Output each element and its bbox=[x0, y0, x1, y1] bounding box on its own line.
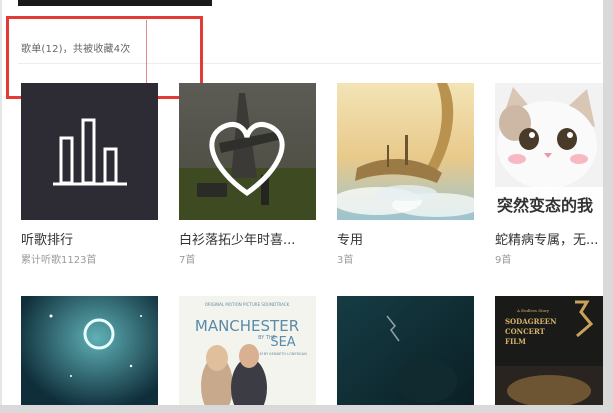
playlist-card-ranking[interactable]: 听歌排行 累计听歌1123首 bbox=[21, 83, 158, 266]
playlist-track-count: 3首 bbox=[337, 255, 354, 266]
playlist-card-7[interactable] bbox=[337, 296, 474, 413]
bar-chart-icon bbox=[21, 83, 158, 220]
playlist-cover[interactable] bbox=[337, 83, 474, 220]
window-frame-bottom bbox=[0, 405, 613, 413]
playlist-cover[interactable] bbox=[21, 296, 158, 413]
playlist-card-3[interactable]: 专用 3首 bbox=[337, 83, 474, 266]
cover-art-movie-poster: ORIGINAL MOTION PICTURE SOUNDTRACK MANCH… bbox=[179, 296, 316, 413]
cover-overlay-text: 突然变态的我 bbox=[497, 196, 593, 215]
cover-art-night-moon bbox=[21, 296, 158, 413]
cover-art-dark-teal bbox=[337, 296, 474, 413]
playlist-title[interactable]: 蛇精病专属，无... bbox=[495, 229, 603, 248]
poster-text-line: SODAGREEN bbox=[505, 317, 557, 326]
playlist-title[interactable]: 专用 bbox=[337, 229, 474, 248]
top-header-bar bbox=[18, 0, 212, 6]
poster-text-line: FILM bbox=[505, 337, 526, 346]
poster-text-line: A FILM BY KENNETH LONERGAN bbox=[251, 352, 307, 356]
cover-art-fantasy-ship bbox=[337, 83, 474, 220]
playlist-track-count: 累计听歌1123首 bbox=[21, 255, 97, 266]
poster-text-line: MANCHESTER bbox=[195, 317, 299, 335]
playlist-track-count: 7首 bbox=[179, 255, 196, 266]
poster-text-line: SEA bbox=[270, 335, 295, 350]
playlist-page: 歌单(12)，共被收藏4次 听歌排行 累计听歌1123首 白衫落拓少年时喜...… bbox=[0, 0, 613, 413]
playlist-card-4[interactable]: 突然变态的我 蛇精病专属，无... 9首 bbox=[495, 83, 613, 266]
playlist-title[interactable]: 白衫落拓少年时喜... bbox=[179, 229, 316, 248]
playlist-cover[interactable] bbox=[21, 83, 158, 220]
playlist-cover[interactable]: A Endless Story SODAGREEN CONCERT FILM bbox=[495, 296, 603, 413]
playlist-title[interactable]: 听歌排行 bbox=[21, 229, 158, 248]
playlist-card-6[interactable]: ORIGINAL MOTION PICTURE SOUNDTRACK MANCH… bbox=[179, 296, 316, 413]
cover-art-field-structure bbox=[179, 83, 316, 220]
cover-art-concert-film: A Endless Story SODAGREEN CONCERT FILM bbox=[495, 296, 603, 413]
playlist-cover[interactable] bbox=[179, 83, 316, 220]
poster-text-line: A Endless Story bbox=[516, 308, 550, 313]
window-frame-left bbox=[0, 0, 2, 413]
cover-art-kitten: 突然变态的我 bbox=[495, 83, 603, 220]
playlist-card-8[interactable]: A Endless Story SODAGREEN CONCERT FILM bbox=[495, 296, 613, 413]
playlist-cover[interactable] bbox=[337, 296, 474, 413]
playlist-card-5[interactable] bbox=[21, 296, 158, 413]
window-frame-right bbox=[603, 0, 613, 413]
poster-text-line: ORIGINAL MOTION PICTURE SOUNDTRACK bbox=[205, 302, 290, 307]
playlist-cover[interactable]: ORIGINAL MOTION PICTURE SOUNDTRACK MANCH… bbox=[179, 296, 316, 413]
playlist-track-count: 9首 bbox=[495, 255, 512, 266]
poster-text-line: CONCERT bbox=[505, 327, 546, 336]
playlist-card-2[interactable]: 白衫落拓少年时喜... 7首 bbox=[179, 83, 316, 266]
playlist-cover[interactable]: 突然变态的我 bbox=[495, 83, 603, 220]
